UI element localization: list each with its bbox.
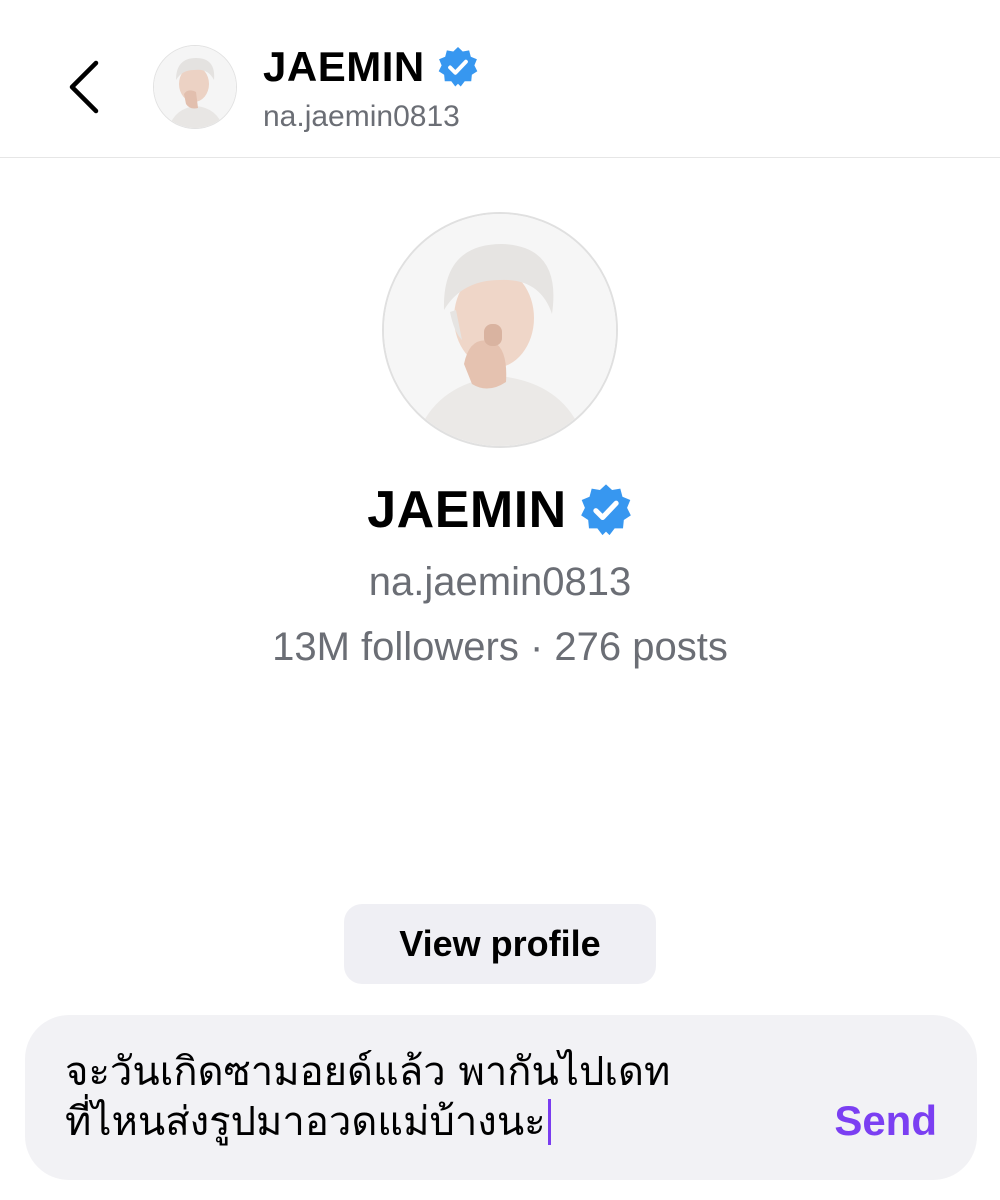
profile-avatar[interactable] [382, 212, 618, 448]
message-composer[interactable]: จะวันเกิดซามอยด์แล้ว พากันไปเดท ที่ไหนส่… [25, 1015, 977, 1180]
profile-handle: na.jaemin0813 [368, 560, 632, 604]
dm-thread-screen: JAEMIN na.jaemin0813 JAEMIN na.jaemin081… [0, 0, 1000, 1200]
header-avatar[interactable] [153, 45, 237, 129]
profile-name-row: JAEMIN [0, 478, 1000, 542]
verified-badge-icon [438, 47, 478, 87]
back-button[interactable] [56, 52, 112, 122]
profile-display-name: JAEMIN [367, 481, 567, 539]
header-display-name: JAEMIN [263, 43, 425, 90]
view-profile-button[interactable]: View profile [344, 904, 656, 984]
avatar-photo [384, 214, 616, 446]
message-input[interactable]: จะวันเกิดซามอยด์แล้ว พากันไปเดท ที่ไหนส่… [65, 1047, 765, 1147]
chevron-left-icon [69, 60, 99, 114]
header-handle: na.jaemin0813 [263, 100, 460, 133]
header-name-row: JAEMIN [263, 42, 479, 92]
avatar-photo [154, 46, 236, 128]
profile-stats: 13M followers · 276 posts [272, 625, 728, 669]
thread-header: JAEMIN na.jaemin0813 [0, 0, 1000, 158]
text-caret [547, 1099, 551, 1145]
message-input-text: จะวันเกิดซามอยด์แล้ว พากันไปเดท ที่ไหนส่… [65, 1049, 671, 1145]
verified-badge-icon [580, 484, 631, 536]
send-button[interactable]: Send [834, 1097, 937, 1145]
